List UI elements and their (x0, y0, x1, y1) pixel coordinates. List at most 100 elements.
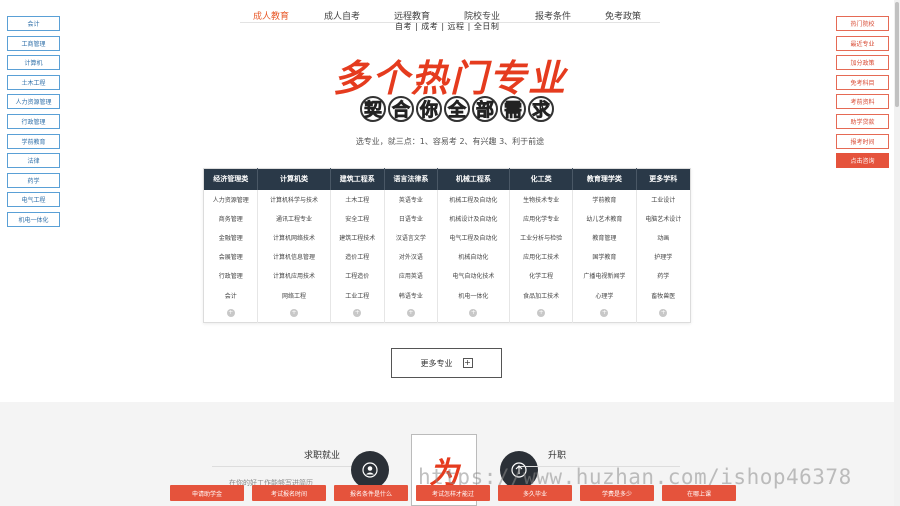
major-cell[interactable]: 工业分析与检验 (509, 227, 574, 248)
major-cell[interactable]: 护理学 (636, 247, 691, 266)
major-cell[interactable]: 汉语言文学 (384, 227, 438, 248)
major-cell[interactable]: 机电一体化 (437, 285, 510, 305)
bottom-btn-pass-exam[interactable]: 考试怎样才能过 (416, 485, 490, 501)
major-cell[interactable]: 幼儿艺术教育 (572, 208, 637, 228)
major-cell[interactable]: 学前教育 (572, 189, 637, 209)
bottom-bar: 申请助学金 考试报名时间 报名条件是什么 考试怎样才能过 多久毕业 学费是多少 … (170, 485, 736, 501)
major-cell[interactable]: 计算机网络技术 (257, 227, 331, 248)
major-cell[interactable]: 人力资源管理 (203, 189, 259, 209)
major-cell[interactable]: 教育管理 (572, 227, 637, 248)
major-cell[interactable]: 机械工程及自动化 (437, 189, 510, 209)
expand-icon[interactable]: + (659, 309, 668, 318)
major-cell[interactable]: 计算机信息管理 (257, 247, 331, 267)
bottom-btn-grant[interactable]: 申请助学金 (170, 485, 244, 501)
major-cell[interactable]: 土木工程 (330, 189, 385, 209)
nav-item-exempt-policy[interactable]: 免考政策 (605, 9, 641, 22)
hero-subtitle-char: 部 (472, 96, 498, 122)
expand-icon[interactable]: + (537, 309, 546, 318)
major-cell[interactable]: 行政管理 (203, 266, 259, 286)
major-cell[interactable]: 金融管理 (203, 227, 259, 248)
bottom-btn-class-location[interactable]: 在哪上课 (662, 485, 736, 501)
major-cell[interactable]: 机械设计及自动化 (437, 208, 510, 228)
major-cell[interactable]: 畜牧兽医 (636, 285, 691, 304)
column-header[interactable]: 教育理学类 (572, 168, 637, 190)
major-cell[interactable]: 药学 (636, 266, 691, 285)
major-cell[interactable]: 造价工程 (330, 247, 385, 267)
nav-item-adult-edu[interactable]: 成人教育 (253, 9, 289, 22)
nav-item-self-exam[interactable]: 成人自考 (324, 9, 360, 22)
sidebar-item-hot-schools[interactable]: 热门院校 (836, 16, 889, 31)
major-cell[interactable]: 工程造价 (330, 266, 385, 286)
table-row: 人力资源管理 计算机科学与技术 土木工程 英语专业 机械工程及自动化 生物技术专业 学前教育… (203, 189, 691, 209)
major-cell[interactable]: 应用英语 (384, 266, 438, 286)
table-row: 会展管理 计算机信息管理 造价工程 对外汉语 机械自动化 应用化工技术 国学教育 护理学 (203, 247, 691, 267)
major-cell[interactable]: 韩语专业 (384, 285, 438, 305)
major-cell[interactable]: 机械自动化 (437, 247, 510, 267)
major-cell[interactable]: 会计 (203, 285, 259, 305)
table-header-row: 经济管理类 计算机类 建筑工程系 语言法律系 机械工程系 化工类 教育理学类 更… (203, 168, 691, 190)
sidebar-item-electrical[interactable]: 电气工程 (7, 192, 60, 208)
consult-button[interactable]: 点击咨询 (836, 153, 889, 169)
sidebar-item-accounting[interactable]: 会计 (7, 16, 60, 31)
bottom-btn-graduation[interactable]: 多久毕业 (498, 485, 572, 501)
major-cell[interactable]: 电气自动化技术 (437, 266, 510, 286)
bottom-btn-tuition[interactable]: 学费是多少 (580, 485, 654, 501)
scrollbar-thumb[interactable] (895, 2, 899, 107)
major-cell[interactable]: 会展管理 (203, 247, 259, 267)
major-cell[interactable]: 电脑艺术设计 (636, 209, 691, 228)
major-cell[interactable]: 英语专业 (384, 189, 438, 209)
major-cell[interactable]: 国学教育 (572, 247, 637, 267)
major-cell[interactable]: 应用化学专业 (509, 208, 574, 228)
major-cell[interactable]: 动画 (636, 228, 691, 247)
major-cell[interactable]: 食品加工技术 (509, 285, 574, 305)
expand-icon[interactable]: + (226, 309, 235, 318)
major-cell[interactable]: 工业工程 (330, 285, 385, 305)
sidebar-item-pharmacy[interactable]: 药学 (7, 172, 60, 188)
column-header[interactable]: 化工类 (509, 168, 574, 190)
nav-sub-label: 自考 | 成考 | 远程 | 全日制 (395, 22, 500, 31)
table-row: 金融管理 计算机网络技术 建筑工程技术 汉语言文学 电气工程及自动化 工业分析与检验 教育管… (203, 227, 691, 248)
sidebar-item-law[interactable]: 法律 (7, 153, 60, 169)
column-header[interactable]: 更多学科 (636, 168, 691, 190)
career-label: 求职就业 (304, 451, 341, 461)
major-cell[interactable]: 应用化工技术 (509, 247, 574, 267)
major-cell[interactable]: 电气工程及自动化 (437, 227, 510, 248)
major-cell[interactable]: 通讯工程专业 (257, 208, 331, 228)
major-cell[interactable]: 生物技术专业 (509, 189, 574, 209)
major-cell[interactable]: 建筑工程技术 (330, 227, 385, 248)
bottom-btn-conditions[interactable]: 报名条件是什么 (334, 485, 408, 501)
major-cell[interactable]: 安全工程 (330, 208, 385, 228)
sidebar-item-admin[interactable]: 行政管理 (7, 113, 60, 129)
major-cell[interactable]: 广播电视新闻学 (572, 266, 637, 286)
expand-icon[interactable]: + (353, 309, 362, 318)
user-icon[interactable] (351, 451, 389, 489)
column-header[interactable]: 计算机类 (257, 168, 331, 190)
expand-icon[interactable]: + (600, 309, 609, 318)
major-cell[interactable]: 心理学 (572, 285, 637, 305)
table-row-more: + + + + + + + + (203, 304, 691, 323)
major-cell[interactable]: 化学工程 (509, 266, 574, 286)
expand-cell: + (572, 304, 637, 323)
hero-subtitle-char: 需 (500, 96, 526, 122)
major-cell[interactable]: 日语专业 (384, 208, 438, 228)
column-header[interactable]: 语言法律系 (384, 168, 438, 190)
majors-table-body: 人力资源管理 计算机科学与技术 土木工程 英语专业 机械工程及自动化 生物技术专业 学前教育… (203, 189, 691, 323)
major-cell[interactable]: 网络工程 (257, 285, 331, 305)
more-majors-button[interactable]: 更多专业 + (391, 348, 502, 378)
sidebar-item-mechatronics[interactable]: 机电一体化 (7, 211, 60, 227)
expand-icon[interactable]: + (406, 309, 415, 318)
major-cell[interactable]: 对外汉语 (384, 247, 438, 267)
sidebar-item-student-loans[interactable]: 助学贷款 (836, 113, 889, 129)
expand-icon[interactable]: + (469, 309, 478, 318)
bottom-btn-signup-time[interactable]: 考试报名时间 (252, 485, 326, 501)
major-cell[interactable]: 计算机应用技术 (257, 266, 331, 286)
major-cell[interactable]: 商务管理 (203, 208, 259, 228)
expand-icon[interactable]: + (289, 309, 298, 318)
column-header[interactable]: 建筑工程系 (330, 168, 385, 190)
major-cell[interactable]: 工业设计 (636, 190, 691, 209)
column-header[interactable]: 经济管理类 (203, 168, 259, 190)
column-header[interactable]: 机械工程系 (437, 168, 510, 190)
major-cell[interactable]: 计算机科学与技术 (257, 189, 331, 209)
nav-item-conditions[interactable]: 报考条件 (535, 9, 571, 22)
expand-cell: + (203, 304, 259, 323)
